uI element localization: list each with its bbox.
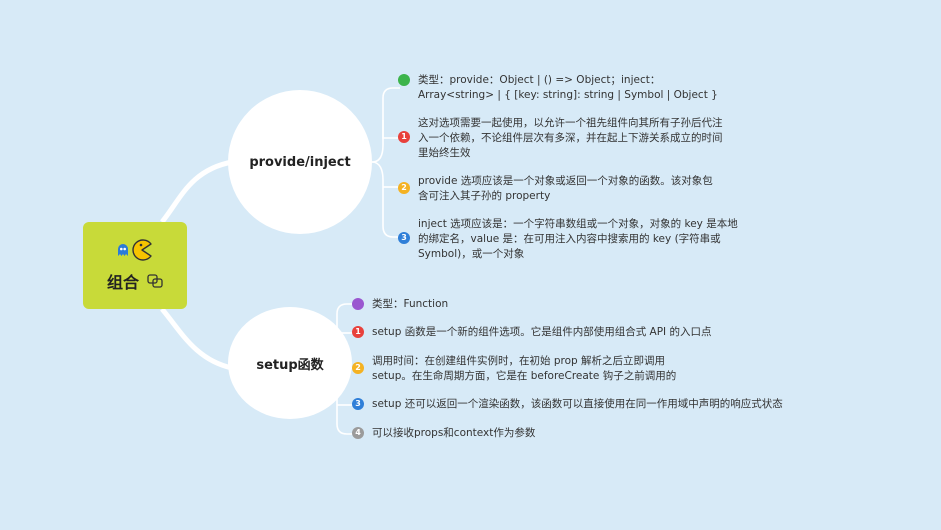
item-text: provide 选项应该是一个对象或返回一个对象的函数。该对象包含可注入其子孙的… (418, 175, 713, 202)
list-item[interactable]: 2 调用时间：在创建组件实例时，在初始 prop 解析之后立即调用 setup。… (352, 354, 692, 384)
priority-2-icon: 2 (398, 182, 410, 194)
item-text: 类型：provide：Object | () => Object；inject：… (418, 74, 718, 101)
priority-4-icon: 4 (352, 427, 364, 439)
topic-label: provide/inject (249, 154, 351, 170)
list-item[interactable]: 类型：Function (352, 297, 552, 312)
topic-label: setup函数 (256, 357, 324, 373)
list-item[interactable]: 1 setup 函数是一个新的组件选项。它是组件内部使用组合式 API 的入口点 (352, 325, 792, 340)
purple-dot-icon (352, 298, 364, 310)
item-text: 类型：Function (372, 298, 449, 310)
green-dot-icon (398, 74, 410, 86)
list-item[interactable]: 3 setup 还可以返回一个渲染函数，该函数可以直接使用在同一作用域中声明的响… (352, 397, 822, 412)
priority-2-icon: 2 (352, 362, 364, 374)
item-text: inject 选项应该是：一个字符串数组或一个对象，对象的 key 是本地的绑定… (418, 218, 738, 260)
item-text: 可以接收props和context作为参数 (372, 427, 536, 439)
priority-1-icon: 1 (352, 326, 364, 338)
item-text: setup 函数是一个新的组件选项。它是组件内部使用组合式 API 的入口点 (372, 326, 712, 338)
topic-setup[interactable]: setup函数 (228, 307, 352, 419)
topic-provide-inject[interactable]: provide/inject (228, 90, 372, 234)
priority-3-icon: 3 (352, 398, 364, 410)
priority-1-icon: 1 (398, 131, 410, 143)
item-text: 调用时间：在创建组件实例时，在初始 prop 解析之后立即调用 setup。在生… (372, 355, 677, 382)
item-text: setup 还可以返回一个渲染函数，该函数可以直接使用在同一作用域中声明的响应式… (372, 398, 783, 410)
ghost-icon (118, 243, 128, 256)
list-item[interactable]: 3 inject 选项应该是：一个字符串数组或一个对象，对象的 key 是本地的… (398, 217, 743, 262)
linked-topics-icon[interactable] (147, 273, 163, 288)
root-topic[interactable]: 组合 (83, 222, 187, 309)
list-item[interactable]: 4 可以接收props和context作为参数 (352, 426, 592, 441)
list-item[interactable]: 1 这对选项需要一起使用，以允许一个祖先组件向其所有子孙后代注入一个依赖，不论组… (398, 116, 723, 161)
priority-3-icon: 3 (398, 232, 410, 244)
item-text: 这对选项需要一起使用，以允许一个祖先组件向其所有子孙后代注入一个依赖，不论组件层… (418, 117, 723, 159)
root-icons (117, 238, 153, 261)
root-title: 组合 (106, 272, 139, 292)
pacman-icon (132, 238, 152, 261)
list-item[interactable]: 2 provide 选项应该是一个对象或返回一个对象的函数。该对象包含可注入其子… (398, 174, 723, 204)
list-item[interactable]: 类型：provide：Object | () => Object；inject：… (398, 73, 718, 103)
